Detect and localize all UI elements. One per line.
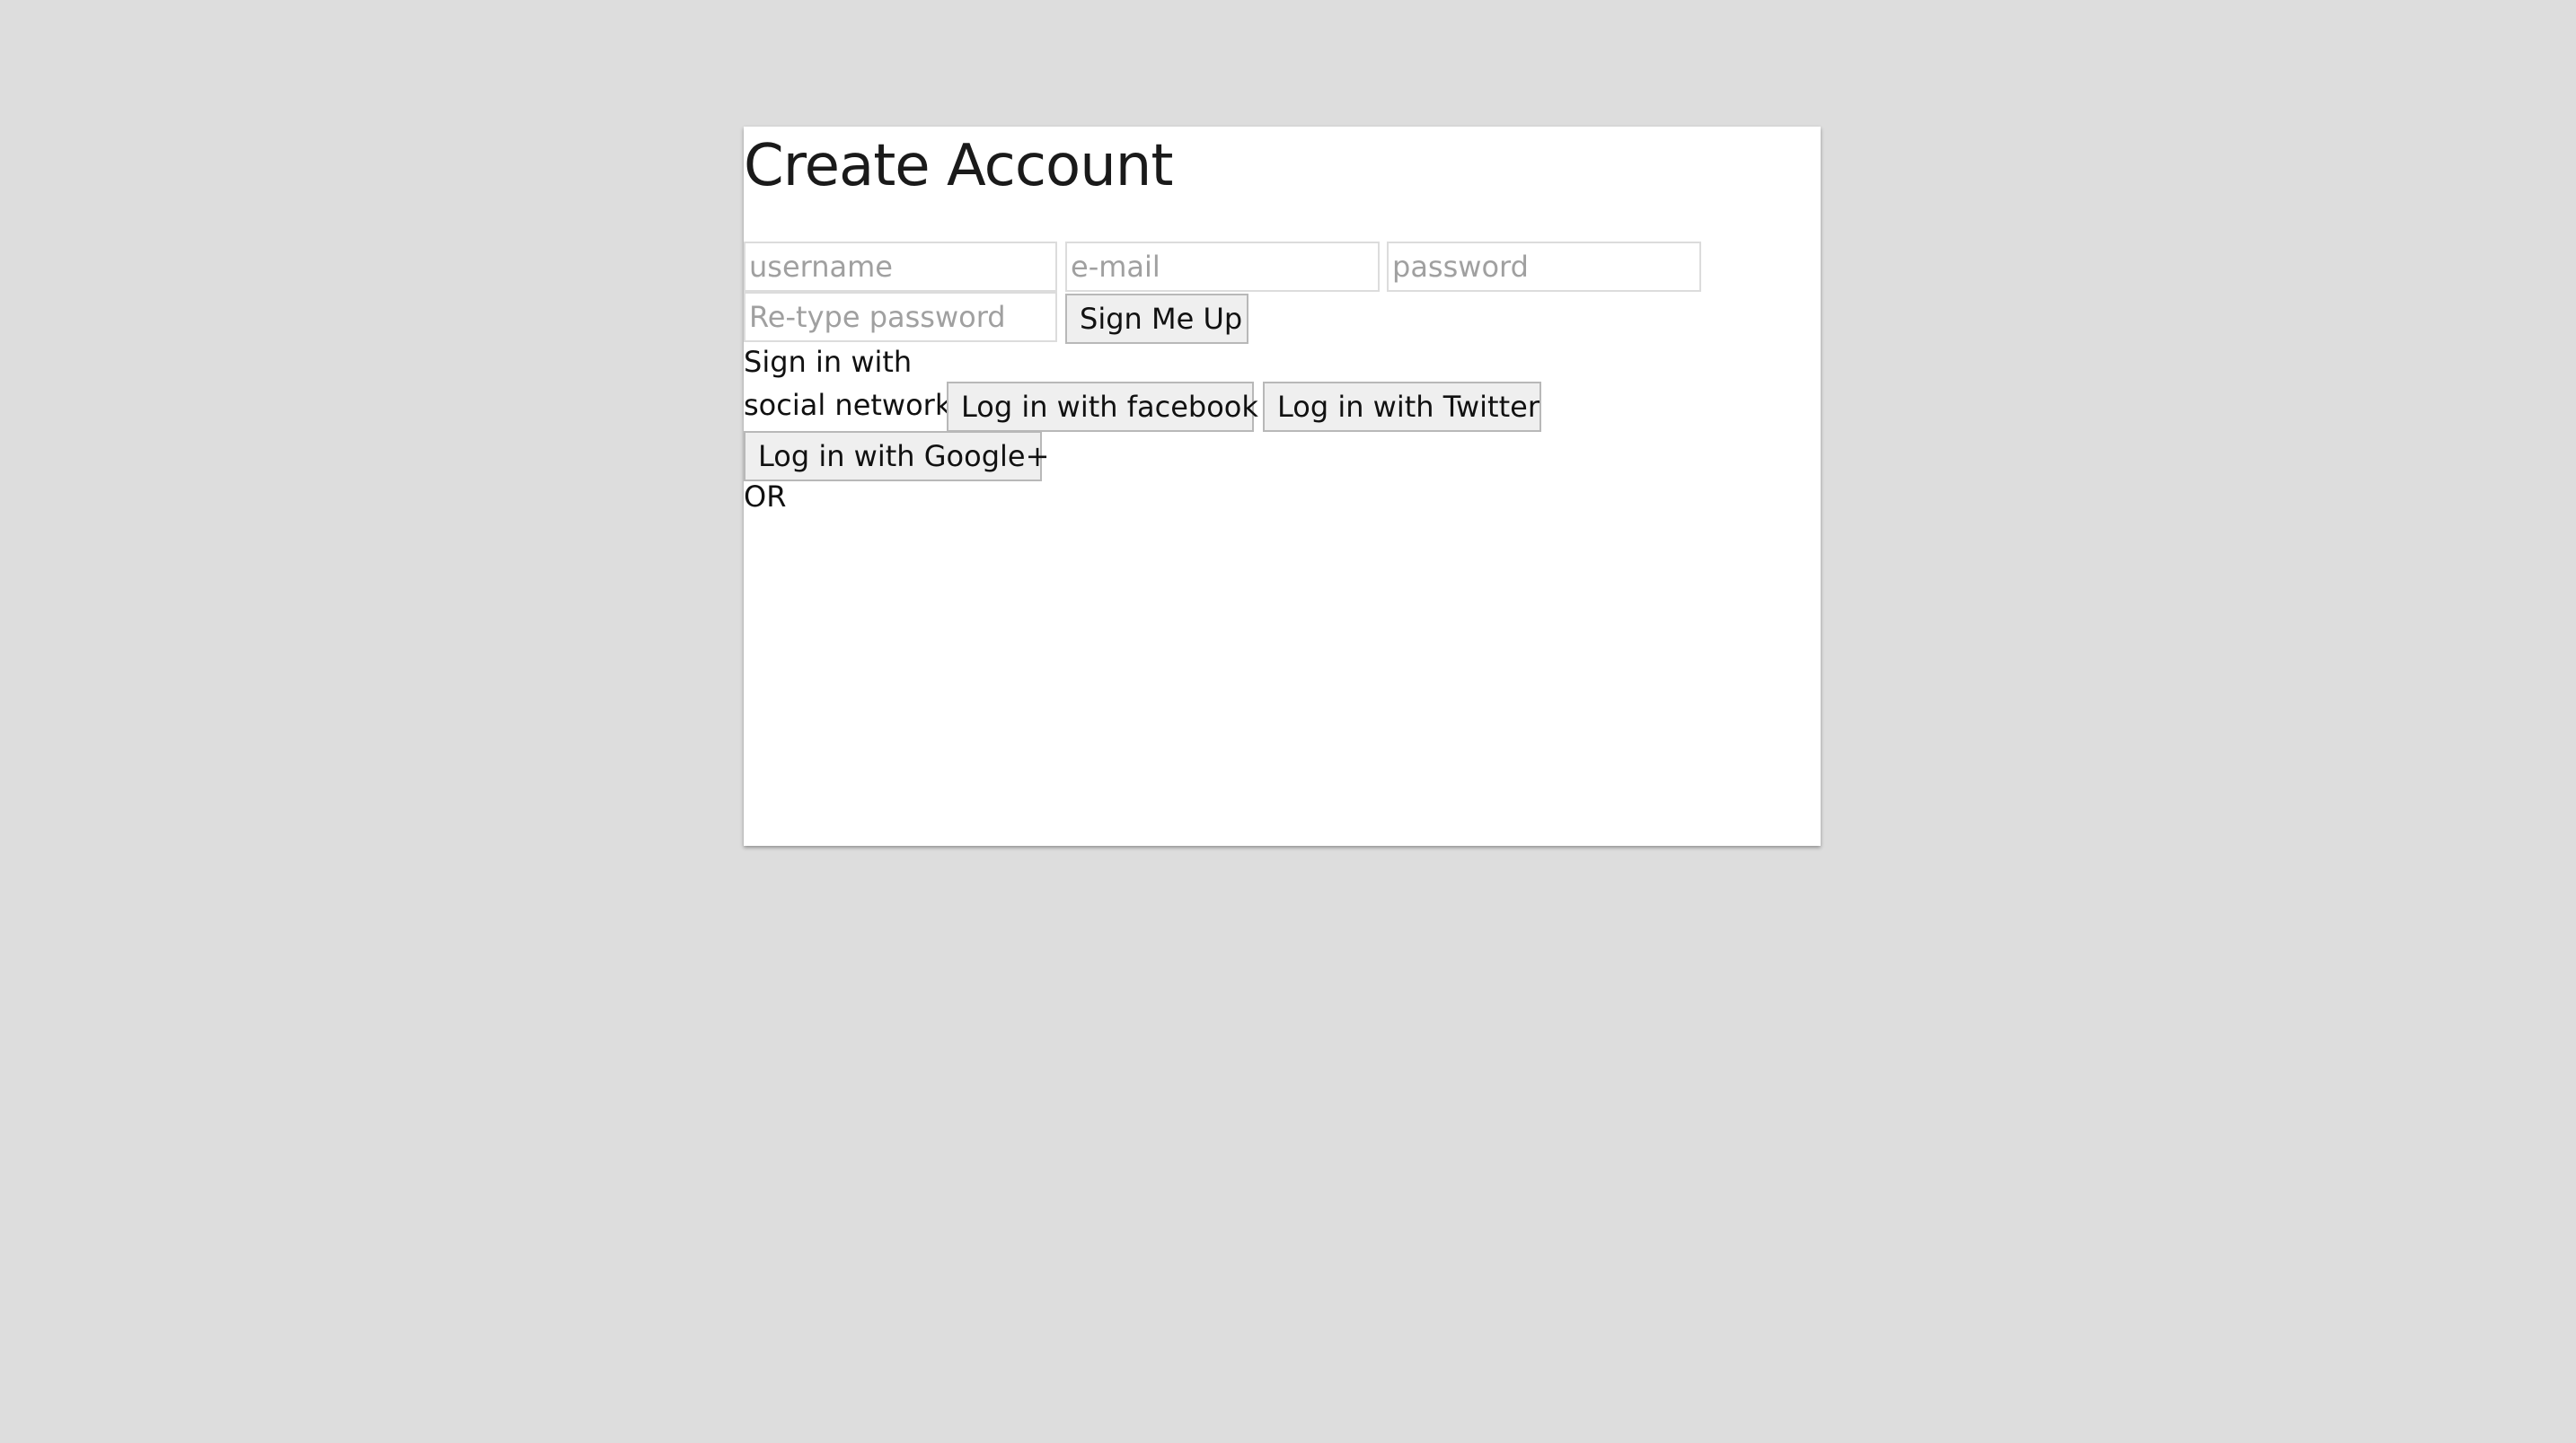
sign-me-up-button[interactable]: Sign Me Up xyxy=(1065,294,1248,344)
retype-password-input[interactable] xyxy=(744,292,1057,342)
google-login-button[interactable]: Log in with Google+ xyxy=(744,431,1049,481)
facebook-login-button[interactable]: Log in with facebook xyxy=(947,382,1258,432)
create-account-card: Create Account Sign Me Up Sign in with s… xyxy=(744,127,1821,846)
or-separator: OR xyxy=(744,480,787,514)
username-input[interactable] xyxy=(744,242,1057,292)
social-label-line2: social network xyxy=(744,388,952,422)
twitter-login-button[interactable]: Log in with Twitter xyxy=(1263,382,1541,432)
page-title: Create Account xyxy=(744,133,1173,199)
password-input[interactable] xyxy=(1387,242,1701,292)
social-label-line1: Sign in with xyxy=(744,345,913,379)
email-input[interactable] xyxy=(1065,242,1380,292)
